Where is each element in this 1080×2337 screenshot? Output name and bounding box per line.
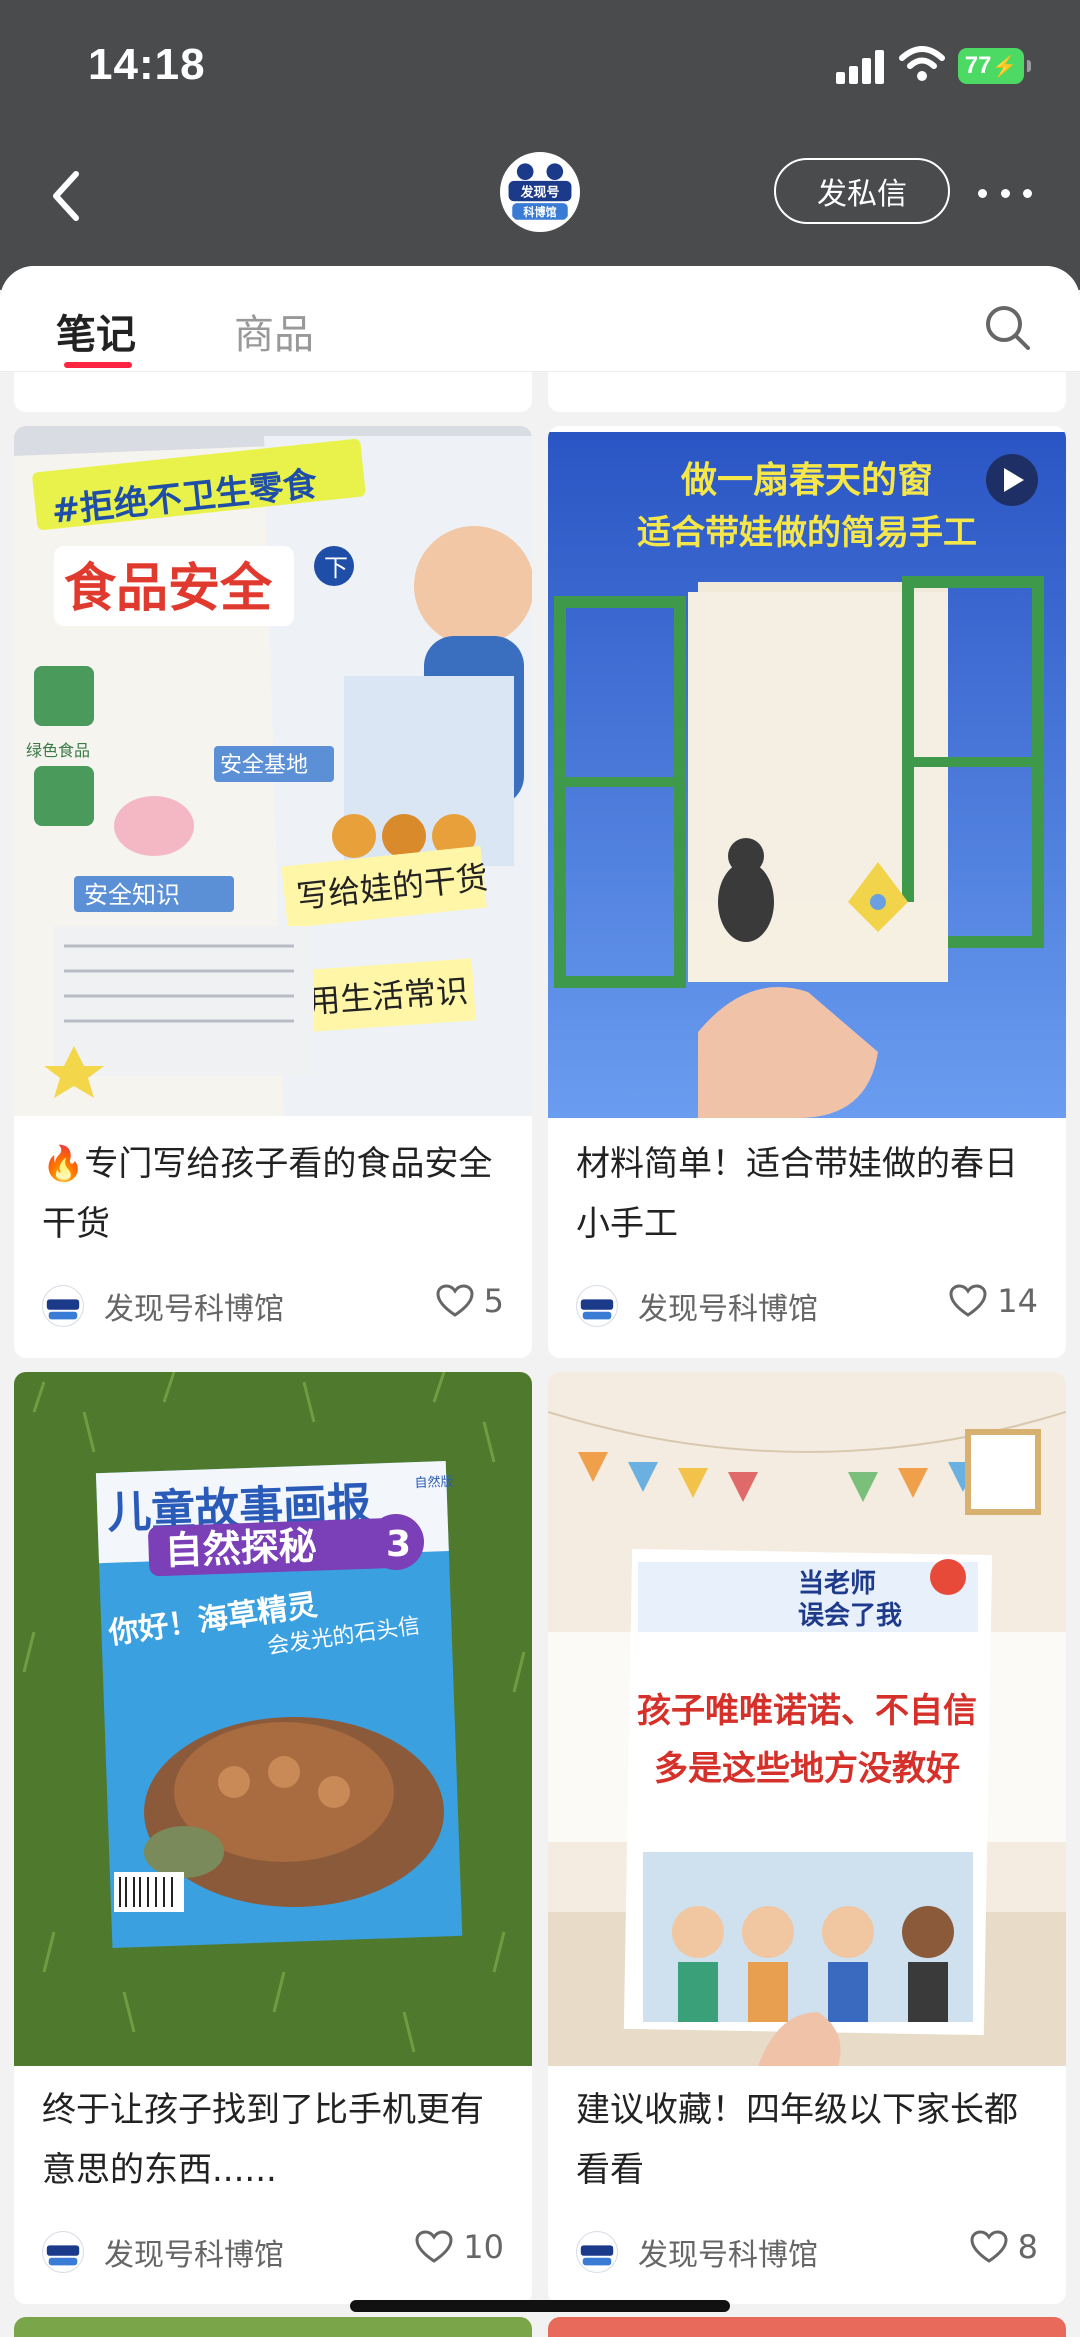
list-item-partial[interactable]: [14, 2317, 532, 2337]
heart-icon: [415, 2230, 453, 2263]
note-author[interactable]: 发现号科博馆: [42, 2230, 284, 2274]
list-item-partial[interactable]: [548, 2317, 1066, 2337]
like-button[interactable]: 8: [970, 2228, 1038, 2266]
list-item-partial[interactable]: [548, 372, 1066, 412]
cover-overlay1: 孩子唯唯诺诺、不自信: [637, 1691, 977, 1731]
svg-text:发现号: 发现号: [520, 185, 560, 201]
status-time: 14:18: [88, 40, 206, 89]
note-cover-image: 当老师 误会了我 孩子唯唯诺诺、不自信 多是这些地方没教好: [548, 1372, 1066, 2066]
nav-bar: 发现号 科博馆 发私信: [0, 130, 1080, 270]
like-button[interactable]: 10: [415, 2228, 504, 2266]
cover-overlay2: 多是这些地方没教好: [654, 1749, 960, 1789]
author-avatar: [576, 2231, 618, 2273]
note-author[interactable]: 发现号科博馆: [576, 2230, 818, 2274]
cover-line2: 适合带娃做的简易手工: [637, 513, 977, 553]
profile-avatar[interactable]: 发现号 科博馆: [500, 152, 580, 232]
heart-icon: [436, 1284, 474, 1317]
top-bar: 14:18 77 ⚡ 发现号 科博馆 发私信: [0, 0, 1080, 290]
home-indicator[interactable]: [350, 2300, 730, 2312]
svg-text:绿色食品: 绿色食品: [26, 741, 90, 760]
tab-bar: 笔记 商品: [0, 266, 1080, 372]
like-button[interactable]: 14: [949, 1282, 1038, 1320]
tab-notes[interactable]: 笔记: [56, 302, 136, 360]
author-avatar: [42, 2231, 84, 2273]
search-icon[interactable]: [982, 302, 1032, 352]
note-author[interactable]: 发现号科博馆: [42, 1284, 284, 1328]
svg-text:当老师: 当老师: [798, 1569, 876, 1599]
status-bar: 14:18 77 ⚡: [0, 0, 1080, 130]
like-count: 14: [997, 1282, 1038, 1320]
like-count: 8: [1017, 2228, 1038, 2266]
svg-text:自然版: 自然版: [414, 1474, 454, 1491]
note-cover-image: 做一扇春天的窗 适合带娃做的简易手工: [548, 432, 1066, 1118]
svg-text:误会了我: 误会了我: [798, 1601, 902, 1631]
note-title: 终于让孩子找到了比手机更有意思的东西......: [42, 2090, 484, 2190]
svg-text:科博馆: 科博馆: [523, 205, 556, 219]
chevron-left-icon[interactable]: [44, 164, 88, 228]
cover-heading: 食品安全: [64, 559, 273, 619]
author-name: 发现号科博馆: [104, 2238, 284, 2273]
like-button[interactable]: 5: [436, 1282, 504, 1320]
heart-icon: [949, 1284, 987, 1317]
note-author[interactable]: 发现号科博馆: [576, 1284, 818, 1328]
note-card[interactable]: 儿童故事画报 自然版 自然探秘 3 你好！海草精灵 会发光的石头信 终于让孩子找…: [14, 1372, 532, 2304]
author-avatar: [42, 1285, 84, 1327]
author-name: 发现号科博馆: [638, 1292, 818, 1327]
send-message-button[interactable]: 发私信: [774, 158, 950, 224]
svg-text:3: 3: [386, 1524, 411, 1565]
cellular-signal-icon: [836, 48, 886, 84]
author-avatar: [576, 1285, 618, 1327]
svg-text:安全基地: 安全基地: [220, 753, 308, 778]
author-name: 发现号科博馆: [104, 1292, 284, 1327]
cover-line1: 做一扇春天的窗: [680, 460, 933, 501]
note-card[interactable]: #拒绝不卫生零食 食品安全 下 绿色食品 安全基地 安全知识 写给娃的干货 实用…: [14, 426, 532, 1358]
battery-indicator: 77 ⚡: [958, 48, 1031, 84]
svg-text:安全知识: 安全知识: [84, 881, 180, 909]
like-count: 5: [483, 1282, 504, 1320]
like-count: 10: [463, 2228, 504, 2266]
heart-icon: [970, 2230, 1008, 2263]
author-name: 发现号科博馆: [638, 2238, 818, 2273]
tab-products[interactable]: 商品: [234, 302, 314, 360]
svg-text:自然探秘: 自然探秘: [164, 1524, 317, 1573]
svg-text:下: 下: [324, 554, 348, 582]
note-card[interactable]: 当老师 误会了我 孩子唯唯诺诺、不自信 多是这些地方没教好 建议收藏！四年级以下…: [548, 1372, 1066, 2304]
wifi-icon: [899, 46, 945, 81]
list-item-partial[interactable]: [14, 372, 532, 412]
note-cover-image: 儿童故事画报 自然版 自然探秘 3 你好！海草精灵 会发光的石头信: [14, 1372, 532, 2066]
note-card[interactable]: 做一扇春天的窗 适合带娃做的简易手工 材料简单！适合带娃做的春日小手工 发现号科…: [548, 426, 1066, 1358]
note-title: 材料简单！适合带娃做的春日小手工: [576, 1144, 1018, 1244]
note-title: 建议收藏！四年级以下家长都看看: [576, 2090, 1018, 2190]
note-cover-image: #拒绝不卫生零食 食品安全 下 绿色食品 安全基地 安全知识 写给娃的干货 实用…: [14, 426, 532, 1116]
note-title: 🔥专门写给孩子看的食品安全干货: [42, 1144, 493, 1244]
active-tab-indicator: [64, 362, 132, 368]
more-dots-icon[interactable]: [978, 178, 1032, 208]
